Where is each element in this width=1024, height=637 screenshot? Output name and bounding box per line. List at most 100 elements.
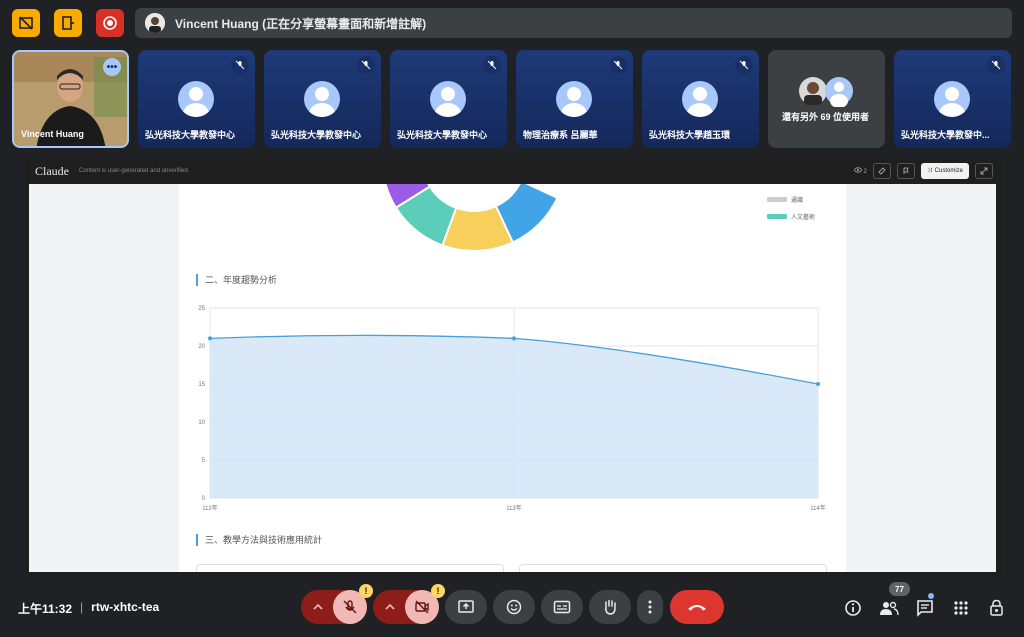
mic-off-icon <box>735 56 753 74</box>
banner-text: Vincent Huang (正在分享螢幕畫面和新增註解) <box>175 16 427 31</box>
flag-button[interactable] <box>896 163 915 179</box>
eye-icon <box>853 167 862 173</box>
hand-icon <box>605 599 616 615</box>
mic-off-icon <box>231 56 249 74</box>
participant-tile-self[interactable]: ••• Vincent Huang <box>12 50 129 148</box>
participant-name: 物理治療系 呂麗華 <box>523 130 598 140</box>
no-recording-icon[interactable] <box>12 9 40 37</box>
shared-screen[interactable]: Claude Content is user-generated and unv… <box>25 158 1001 576</box>
trend-chart: 0 5 10 15 20 25 112年 113年 114年 <box>198 306 825 512</box>
captions-button[interactable] <box>541 590 583 624</box>
legend-label: 通識 <box>791 198 804 204</box>
y-tick-label: 5 <box>202 458 206 464</box>
more-options-button[interactable] <box>637 590 663 624</box>
section-title-trend: 二、年度趨勢分析 <box>196 274 277 286</box>
avatar <box>430 81 466 117</box>
camera-options-button[interactable] <box>373 590 407 624</box>
participant-name: 弘光科技大學趙玉環 <box>649 130 731 140</box>
data-point <box>512 336 516 341</box>
mic-off-icon <box>609 56 627 74</box>
stat-card <box>196 564 504 572</box>
more-participants-tile[interactable]: 還有另外 69 位使用者 <box>768 50 885 148</box>
meeting-code: rtw-xhtc-tea <box>91 600 160 614</box>
y-tick-label: 25 <box>198 306 205 312</box>
warning-icon: ! <box>359 584 373 598</box>
recording-icon[interactable] <box>96 9 124 37</box>
avatar <box>934 81 970 117</box>
participant-tile[interactable]: 物理治療系 呂麗華 <box>516 50 633 148</box>
legend-item: 人文藝術 <box>767 212 815 221</box>
avatar <box>682 81 718 117</box>
legend-label: 人文藝術 <box>791 215 816 221</box>
app-name: Claude <box>35 163 69 178</box>
raise-hand-button[interactable] <box>589 590 631 624</box>
top-status-icons <box>12 9 124 37</box>
area-fill <box>210 335 818 498</box>
chevron-up-icon <box>313 603 323 610</box>
legend-item: 通識 <box>767 195 803 204</box>
artifact-content[interactable]: 通識 人文藝術 二、年度趨勢分析 0 5 10 15 20 25 112年 113年 114年 … <box>29 184 996 572</box>
chat-icon <box>917 600 933 617</box>
people-button[interactable] <box>879 598 899 618</box>
camera-group: ! <box>373 584 445 624</box>
camera-off-icon <box>415 600 429 614</box>
camera-toggle-button[interactable]: ! <box>405 584 445 624</box>
avatar <box>556 81 592 117</box>
participant-tile[interactable]: 弘光科技大學教發中心 <box>138 50 255 148</box>
participant-tile[interactable]: 弘光科技大學教發中... <box>894 50 1011 148</box>
more-options-icon[interactable]: ••• <box>103 58 121 76</box>
mic-off-icon <box>987 56 1005 74</box>
participant-tile[interactable]: 弘光科技大學教發中心 <box>264 50 381 148</box>
participant-tile[interactable]: 弘光科技大學教發中心 <box>390 50 507 148</box>
divider: | <box>80 600 84 614</box>
presenter-avatar <box>145 13 165 33</box>
mic-toggle-button[interactable]: ! <box>333 584 373 624</box>
info-icon <box>845 600 861 616</box>
control-bar: 上午11:32 | rtw-xhtc-tea ! ! 77 <box>0 582 1024 631</box>
y-tick-label: 0 <box>202 496 206 502</box>
report-page: 通識 人文藝術 二、年度趨勢分析 0 5 10 15 20 25 112年 113年 114年 … <box>179 184 846 572</box>
emoji-icon <box>506 599 522 615</box>
avatar <box>304 81 340 117</box>
customize-button[interactable]: ⤨ Customize <box>920 163 969 179</box>
more-vert-icon <box>648 600 652 614</box>
leave-call-button[interactable] <box>670 590 724 624</box>
captions-icon <box>553 600 571 614</box>
y-tick-label: 10 <box>198 420 205 426</box>
meeting-details-button[interactable] <box>843 598 863 618</box>
participant-name: 弘光科技大學教發中心 <box>397 130 488 140</box>
expand-icon <box>980 167 988 175</box>
section-title-methods: 三、教學方法與技術應用統計 <box>196 534 322 546</box>
people-count-badge: 77 <box>889 582 910 596</box>
artifact-header: Claude Content is user-generated and unv… <box>25 158 1001 184</box>
participant-name: Vincent Huang <box>21 129 84 139</box>
mic-off-icon <box>357 56 375 74</box>
flag-icon <box>903 167 909 174</box>
companion-mode-icon[interactable] <box>54 9 82 37</box>
participant-tile[interactable]: 弘光科技大學趙玉環 <box>642 50 759 148</box>
y-tick-label: 20 <box>198 344 205 350</box>
content-note: Content is user-generated and unverified… <box>79 168 190 174</box>
chat-button[interactable] <box>915 598 935 618</box>
participant-name: 弘光科技大學教發中... <box>901 130 990 140</box>
reactions-button[interactable] <box>493 590 535 624</box>
data-point <box>816 382 820 386</box>
view-count: 2 <box>853 167 867 175</box>
link-button[interactable] <box>872 163 891 179</box>
new-message-dot <box>928 593 934 599</box>
x-tick-label: 112年 <box>202 504 218 512</box>
grouped-avatars <box>799 77 853 107</box>
participant-name: 弘光科技大學教發中心 <box>271 130 362 140</box>
presenter-banner[interactable]: Vincent Huang (正在分享螢幕畫面和新增註解) <box>135 8 1012 38</box>
expand-button[interactable] <box>975 163 993 179</box>
legend-swatch <box>767 214 787 219</box>
activities-button[interactable] <box>951 598 971 618</box>
host-controls-button[interactable] <box>987 598 1007 618</box>
view-count-value: 2 <box>863 169 867 175</box>
participant-name: 弘光科技大學教發中心 <box>145 130 236 140</box>
mic-options-button[interactable] <box>301 590 335 624</box>
mic-off-icon <box>343 600 357 614</box>
lock-person-icon <box>990 599 1003 616</box>
present-button[interactable] <box>445 590 487 624</box>
present-screen-icon <box>458 600 474 613</box>
